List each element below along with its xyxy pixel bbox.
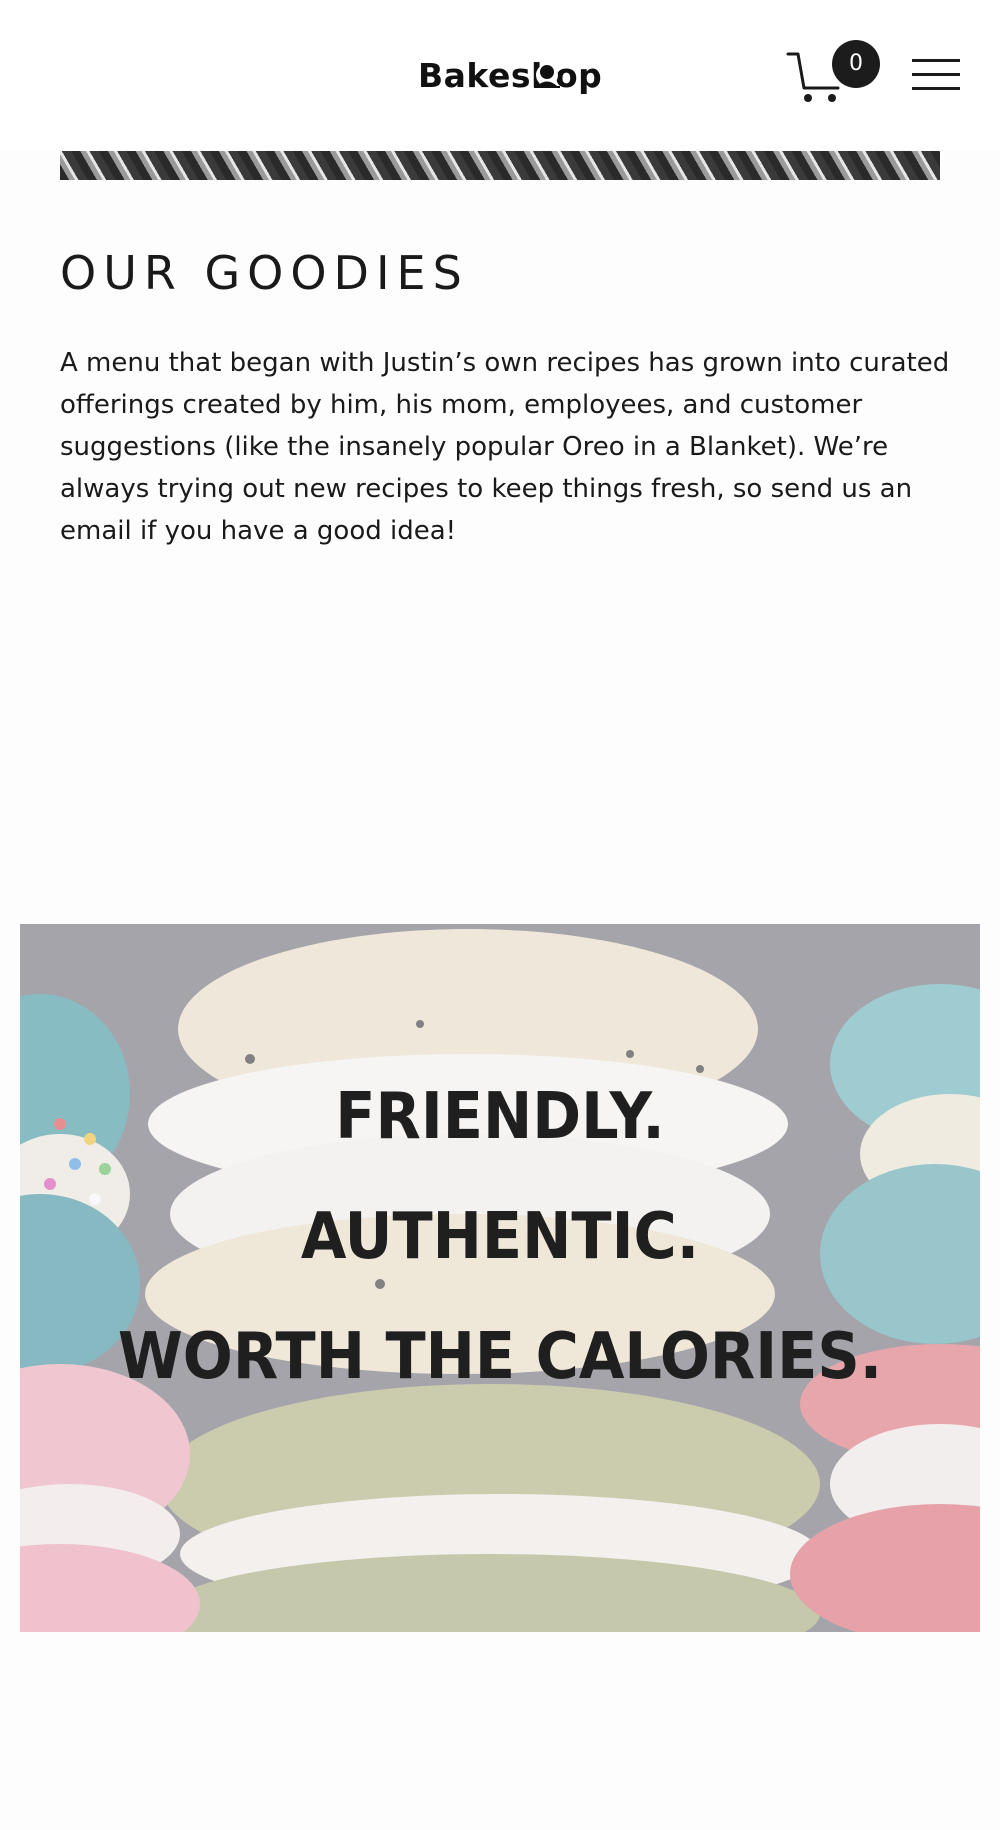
tagline-line: WORTH THE CALORIES. [117,1320,883,1394]
chef-mark-icon [534,64,560,88]
site-header: Bakeshop 0 [0,0,1000,150]
menu-bar [912,59,960,62]
macaron-banner: FRIENDLY. AUTHENTIC. WORTH THE CALORIES. [20,924,980,1632]
cart-count-badge[interactable]: 0 [832,40,880,88]
goodies-title: OUR GOODIES [60,246,469,300]
page: Bakeshop 0 OUR GOODIES A menu that began… [0,0,1000,1830]
banner-tagline: FRIENDLY. AUTHENTIC. WORTH THE CALORIES. [20,924,980,1632]
menu-bar [912,73,960,76]
featured-photo-bottom-edge [60,151,940,180]
hamburger-menu-icon[interactable] [910,56,962,94]
tagline-line: FRIENDLY. [335,1080,665,1154]
tagline-line: AUTHENTIC. [300,1200,700,1274]
goodies-description: A menu that began with Justin’s own reci… [60,348,950,546]
menu-bar [912,87,960,90]
site-logo-link[interactable]: Bakeshop [418,50,602,100]
logo-wordmark: Bakeshop [418,55,603,95]
